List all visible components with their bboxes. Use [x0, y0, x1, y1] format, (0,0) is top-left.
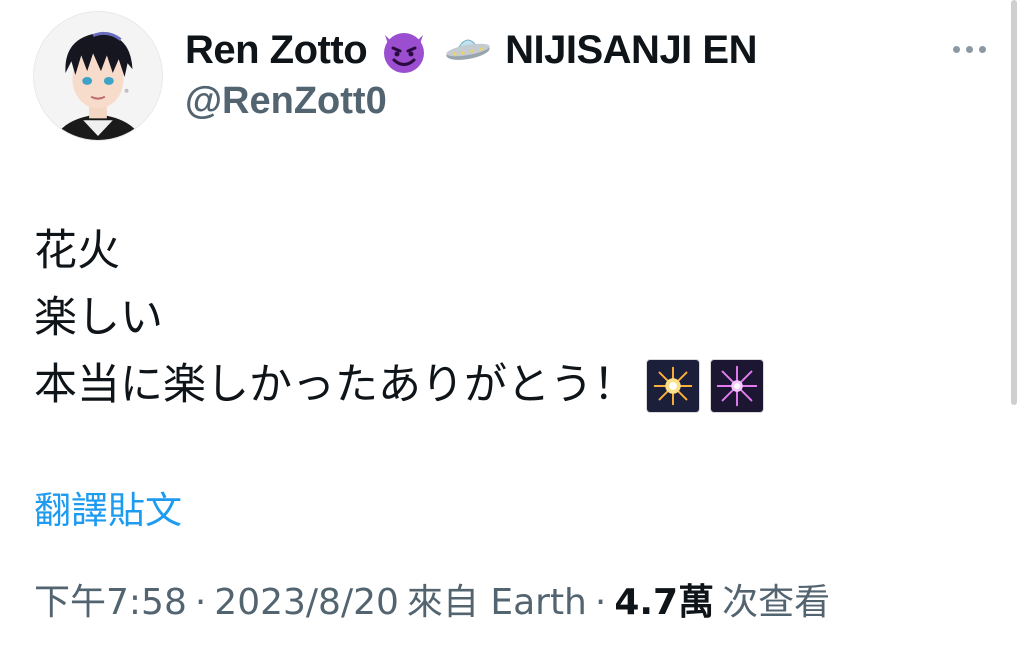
tweet-line: 本当に楽しかったありがとう！: [34, 352, 764, 419]
views-label: 次查看: [722, 582, 831, 623]
more-dot-icon: [952, 45, 960, 53]
sparkler-emoji-icon: [710, 358, 764, 413]
more-dot-icon: [978, 45, 986, 53]
flying-saucer-emoji-icon: [441, 23, 495, 77]
tweet-date[interactable]: 2023/8/20: [214, 582, 399, 623]
author-name-line[interactable]: Ren Zotto NIJISANJI EN: [185, 22, 757, 78]
tweet-text: 花火 楽しい 本当に楽しかったありがとう！: [34, 218, 764, 419]
translate-post-link[interactable]: 翻譯貼文: [34, 480, 182, 534]
author-handle[interactable]: @RenZott0: [185, 80, 387, 123]
author-display-name[interactable]: Ren Zotto: [185, 28, 368, 73]
more-options-button[interactable]: [944, 34, 994, 64]
tweet-line: 花火: [34, 226, 120, 276]
avatar[interactable]: [33, 11, 163, 141]
views-count[interactable]: 4.7萬: [614, 573, 714, 625]
tweet-line-text: 本当に楽しかったありがとう！: [34, 360, 636, 410]
author-name-suffix[interactable]: NIJISANJI EN: [505, 28, 757, 73]
tweet-meta: 下午7:58 · 2023/8/20 來自 Earth · 4.7萬 次查看: [34, 573, 830, 625]
tweet-time[interactable]: 下午7:58: [34, 573, 187, 625]
more-dot-icon: [965, 45, 973, 53]
scrollbar[interactable]: [1011, 0, 1017, 405]
meta-separator: ·: [194, 582, 207, 623]
meta-separator: ·: [594, 582, 607, 623]
smiling-devil-emoji-icon: [377, 23, 431, 77]
avatar-anime-boy-icon: [34, 12, 162, 140]
tweet-line: 楽しい: [34, 293, 163, 343]
fireworks-emoji-icon: [646, 358, 700, 413]
tweet-source[interactable]: 來自 Earth: [407, 573, 587, 625]
